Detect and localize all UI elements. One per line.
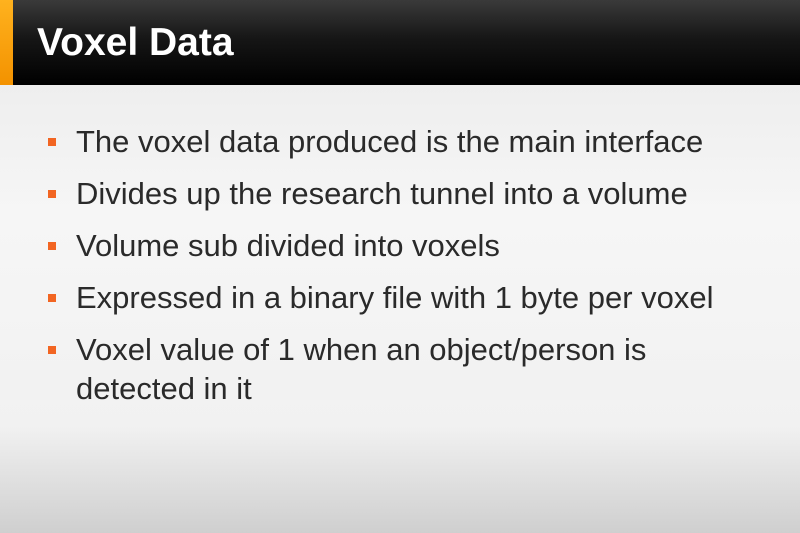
- bullet-item: Voxel value of 1 when an object/person i…: [48, 330, 768, 408]
- title-bar: Voxel Data: [0, 0, 800, 85]
- bullet-item: Volume sub divided into voxels: [48, 226, 768, 265]
- bullet-text: The voxel data produced is the main inte…: [76, 124, 704, 159]
- bullet-square-icon: [48, 242, 56, 250]
- bullet-item: Divides up the research tunnel into a vo…: [48, 174, 768, 213]
- bullet-text: Voxel value of 1 when an object/person i…: [76, 332, 647, 406]
- bullet-square-icon: [48, 190, 56, 198]
- bullet-square-icon: [48, 294, 56, 302]
- slide-title: Voxel Data: [37, 21, 234, 64]
- bullet-square-icon: [48, 138, 56, 146]
- accent-stripe: [0, 0, 13, 85]
- bullet-text: Volume sub divided into voxels: [76, 228, 500, 263]
- slide: Voxel Data The voxel data produced is th…: [0, 0, 800, 533]
- bullet-item: Expressed in a binary file with 1 byte p…: [48, 278, 768, 317]
- bullet-list: The voxel data produced is the main inte…: [48, 122, 768, 421]
- bullet-text: Divides up the research tunnel into a vo…: [76, 176, 688, 211]
- bullet-square-icon: [48, 346, 56, 354]
- bullet-text: Expressed in a binary file with 1 byte p…: [76, 280, 714, 315]
- bullet-item: The voxel data produced is the main inte…: [48, 122, 768, 161]
